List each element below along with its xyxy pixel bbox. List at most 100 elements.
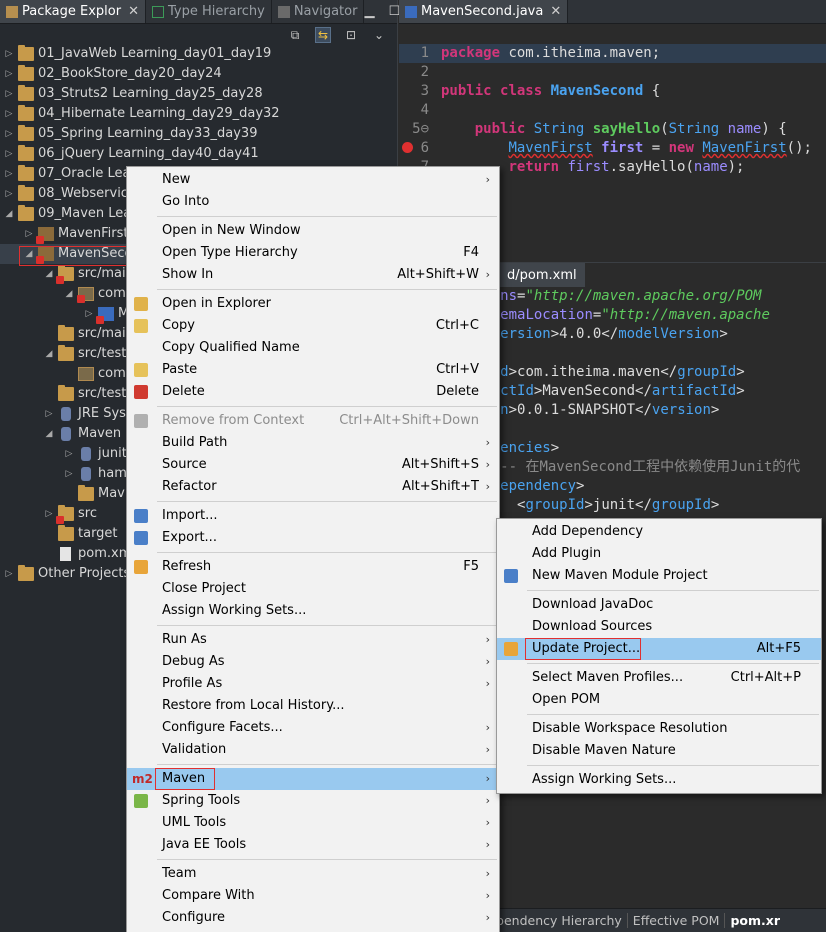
tab-effective-pom[interactable]: Effective POM [628, 913, 726, 928]
expand-arrow-icon[interactable]: ▷ [4, 104, 14, 124]
package-icon [77, 287, 94, 303]
menu-item-team[interactable]: Team › [127, 863, 499, 885]
expand-arrow-icon[interactable]: ▷ [24, 224, 34, 244]
menu-item-open-in-explorer[interactable]: Open in Explorer [127, 293, 499, 315]
tab-mavensecond-java[interactable]: MavenSecond.java ✕ [399, 0, 569, 23]
menu-item-label: New [162, 172, 191, 187]
tab-navigator[interactable]: Navigator [272, 0, 365, 23]
menu-item-show-in[interactable]: Show In Alt+Shift+W › [127, 264, 499, 286]
close-icon[interactable]: ✕ [128, 4, 139, 19]
expand-arrow-icon[interactable]: ▷ [44, 504, 54, 524]
error-marker-icon [56, 516, 64, 524]
menu-item-refresh[interactable]: Refresh F5 [127, 556, 499, 578]
menu-item-label: Debug As [162, 654, 225, 669]
menu-item-debug-as[interactable]: Debug As › [127, 651, 499, 673]
menu-item-restore-from-local-history[interactable]: Restore from Local History... [127, 695, 499, 717]
expand-arrow-icon[interactable]: ▷ [4, 144, 14, 164]
tree-item[interactable]: ▷ 04_Hibernate Learning_day29_day32 [0, 104, 398, 124]
menu-item-assign-working-sets[interactable]: Assign Working Sets... [127, 600, 499, 622]
menu-shortcut: Alt+Shift+W [397, 267, 479, 282]
menu-shortcut: Ctrl+Alt+Shift+Down [339, 413, 479, 428]
submenu-arrow-icon: › [485, 794, 490, 807]
expand-arrow-icon[interactable]: ▷ [84, 304, 94, 324]
menu-item-download-sources[interactable]: Download Sources [497, 616, 821, 638]
menu-item-java-ee-tools[interactable]: Java EE Tools › [127, 834, 499, 856]
menu-item-delete[interactable]: Delete Delete [127, 381, 499, 403]
menu-item-refactor[interactable]: Refactor Alt+Shift+T › [127, 476, 499, 498]
menu-item-configure[interactable]: Configure › [127, 907, 499, 929]
minimize-icon[interactable]: ▁ [364, 4, 374, 19]
menu-item-label: Team [162, 866, 197, 881]
code-line: 2 [420, 64, 429, 80]
menu-item-assign-working-sets[interactable]: Assign Working Sets... [497, 769, 821, 791]
menu-item-import[interactable]: Import... [127, 505, 499, 527]
menu-item-source[interactable]: Source Alt+Shift+S › [127, 454, 499, 476]
menu-item-paste[interactable]: Paste Ctrl+V [127, 359, 499, 381]
tab-pom-xml-source[interactable]: pom.xr [725, 913, 785, 928]
menu-item-new-maven-module-project[interactable]: New Maven Module Project [497, 565, 821, 587]
tab-package-explorer[interactable]: Package Explor ✕ [0, 0, 146, 23]
menu-item-copy[interactable]: Copy Ctrl+C [127, 315, 499, 337]
expand-arrow-icon[interactable]: ▷ [4, 124, 14, 144]
collapse-all-icon[interactable]: ⧉ [287, 27, 303, 43]
menu-item-disable-maven-nature[interactable]: Disable Maven Nature [497, 740, 821, 762]
menu-item-label: Remove from Context [162, 413, 305, 428]
collapse-arrow-icon[interactable]: ◢ [44, 424, 54, 444]
expand-arrow-icon[interactable]: ▷ [4, 164, 14, 184]
view-menu-icon[interactable]: ⌄ [371, 27, 387, 43]
menu-item-disable-workspace-resolution[interactable]: Disable Workspace Resolution [497, 718, 821, 740]
project-folder-icon [18, 185, 34, 201]
menu-item-new[interactable]: New › [127, 169, 499, 191]
menu-item-run-as[interactable]: Run As › [127, 629, 499, 651]
update-project-icon [504, 642, 518, 656]
tree-item[interactable]: ▷ 06_jQuery Learning_day40_day41 [0, 144, 398, 164]
menu-item-open-pom[interactable]: Open POM [497, 689, 821, 711]
tree-item[interactable]: ▷ 03_Struts2 Learning_day25_day28 [0, 84, 398, 104]
menu-item-configure-facets[interactable]: Configure Facets... › [127, 717, 499, 739]
menu-item-profile-as[interactable]: Profile As › [127, 673, 499, 695]
expand-arrow-icon[interactable]: ▷ [4, 84, 14, 104]
tab-type-hierarchy[interactable]: Type Hierarchy [146, 0, 272, 23]
project-folder-icon [18, 145, 34, 161]
code-area[interactable]: 1 package com.itheima.maven; 2 3 public cl… [399, 44, 826, 177]
collapse-arrow-icon[interactable]: ◢ [44, 344, 54, 364]
menu-item-download-javadoc[interactable]: Download JavaDoc [497, 594, 821, 616]
menu-item-copy-qualified-name[interactable]: Copy Qualified Name [127, 337, 499, 359]
menu-item-select-maven-profiles[interactable]: Select Maven Profiles... Ctrl+Alt+P [497, 667, 821, 689]
copy-icon [134, 319, 148, 333]
menu-item-open-type-hierarchy[interactable]: Open Type Hierarchy F4 [127, 242, 499, 264]
tree-item[interactable]: ▷ 02_BookStore_day20_day24 [0, 64, 398, 84]
collapse-arrow-icon[interactable]: ◢ [64, 284, 74, 304]
expand-arrow-icon[interactable]: ▷ [4, 564, 14, 584]
expand-arrow-icon[interactable]: ▷ [4, 44, 14, 64]
tree-item[interactable]: ▷ 05_Spring Learning_day33_day39 [0, 124, 398, 144]
menu-item-build-path[interactable]: Build Path › [127, 432, 499, 454]
menu-item-close-project[interactable]: Close Project [127, 578, 499, 600]
expand-arrow-icon[interactable]: ▷ [64, 464, 74, 484]
menu-item-compare-with[interactable]: Compare With › [127, 885, 499, 907]
expand-arrow-icon[interactable]: ▷ [64, 444, 74, 464]
menu-item-uml-tools[interactable]: UML Tools › [127, 812, 499, 834]
link-with-editor-icon[interactable]: ⇆ [315, 27, 331, 43]
menu-item-validation[interactable]: Validation › [127, 739, 499, 761]
menu-item-open-in-new-window[interactable]: Open in New Window [127, 220, 499, 242]
menu-separator [527, 714, 819, 715]
menu-item-maven[interactable]: m2 Maven › [127, 768, 499, 790]
expand-arrow-icon[interactable]: ▷ [44, 404, 54, 424]
collapse-arrow-icon[interactable]: ◢ [4, 204, 14, 224]
collapse-arrow-icon[interactable]: ◢ [44, 264, 54, 284]
close-icon[interactable]: ✕ [550, 4, 561, 19]
menu-item-label: Add Dependency [532, 524, 644, 539]
expand-arrow-icon[interactable]: ▷ [4, 184, 14, 204]
menu-item-add-plugin[interactable]: Add Plugin [497, 543, 821, 565]
menu-item-add-dependency[interactable]: Add Dependency [497, 521, 821, 543]
menu-item-update-project[interactable]: Update Project... Alt+F5 [497, 638, 821, 660]
tab-pom-xml[interactable]: d/pom.xml [499, 263, 585, 287]
menu-item-spring-tools[interactable]: Spring Tools › [127, 790, 499, 812]
expand-arrow-icon[interactable]: ▷ [4, 64, 14, 84]
error-lightbulb-icon[interactable] [402, 142, 413, 153]
focus-icon[interactable]: ⊡ [343, 27, 359, 43]
menu-item-export[interactable]: Export... [127, 527, 499, 549]
menu-item-go-into[interactable]: Go Into [127, 191, 499, 213]
tree-item[interactable]: ▷ 01_JavaWeb Learning_day01_day19 [0, 44, 398, 64]
